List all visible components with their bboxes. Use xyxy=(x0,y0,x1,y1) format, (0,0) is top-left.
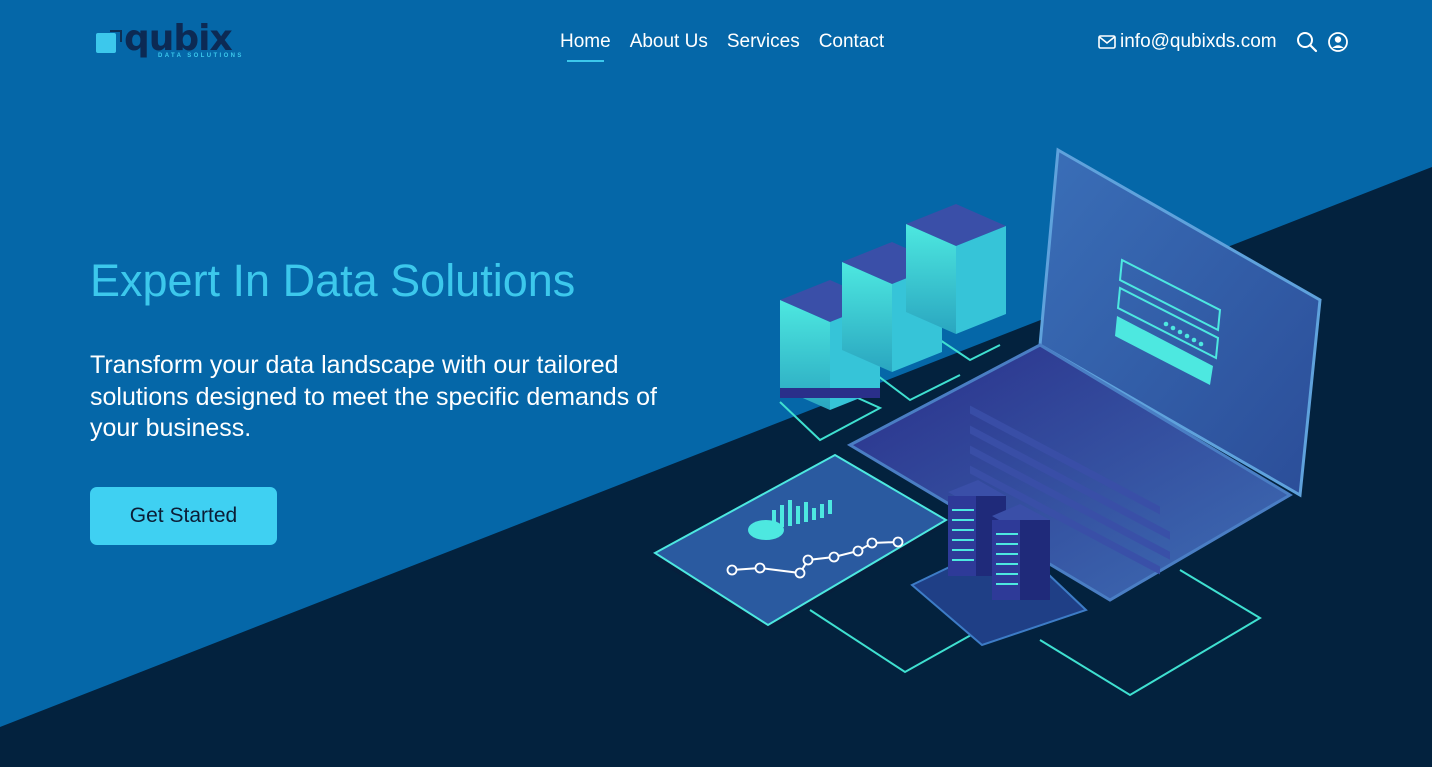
mail-icon xyxy=(1098,35,1116,49)
hero-title: Expert In Data Solutions xyxy=(90,255,576,306)
nav-item-services[interactable]: Services xyxy=(727,31,800,53)
logo[interactable]: qubix DATA SOLUTIONS xyxy=(96,18,252,64)
nav-item-contact[interactable]: Contact xyxy=(819,31,884,53)
data-solutions-illustration xyxy=(653,147,1322,697)
nav-item-about-us[interactable]: About Us xyxy=(630,31,708,53)
user-icon[interactable] xyxy=(1327,31,1349,53)
logo-tagline: DATA SOLUTIONS xyxy=(158,53,244,59)
email-link[interactable]: info@qubixds.com xyxy=(1098,31,1277,53)
search-icon[interactable] xyxy=(1296,31,1318,53)
tablet-illustration xyxy=(653,453,948,630)
nav-item-home[interactable]: Home xyxy=(560,31,611,62)
logo-mark-bracket xyxy=(110,30,122,42)
email-text: info@qubixds.com xyxy=(1120,31,1277,52)
main-nav: Home About Us Services Contact xyxy=(560,31,903,62)
hero-subtitle: Transform your data landscape with our t… xyxy=(90,351,658,442)
get-started-button[interactable]: Get Started xyxy=(90,487,277,545)
site-header: qubix DATA SOLUTIONS Home About Us Servi… xyxy=(0,0,1432,86)
